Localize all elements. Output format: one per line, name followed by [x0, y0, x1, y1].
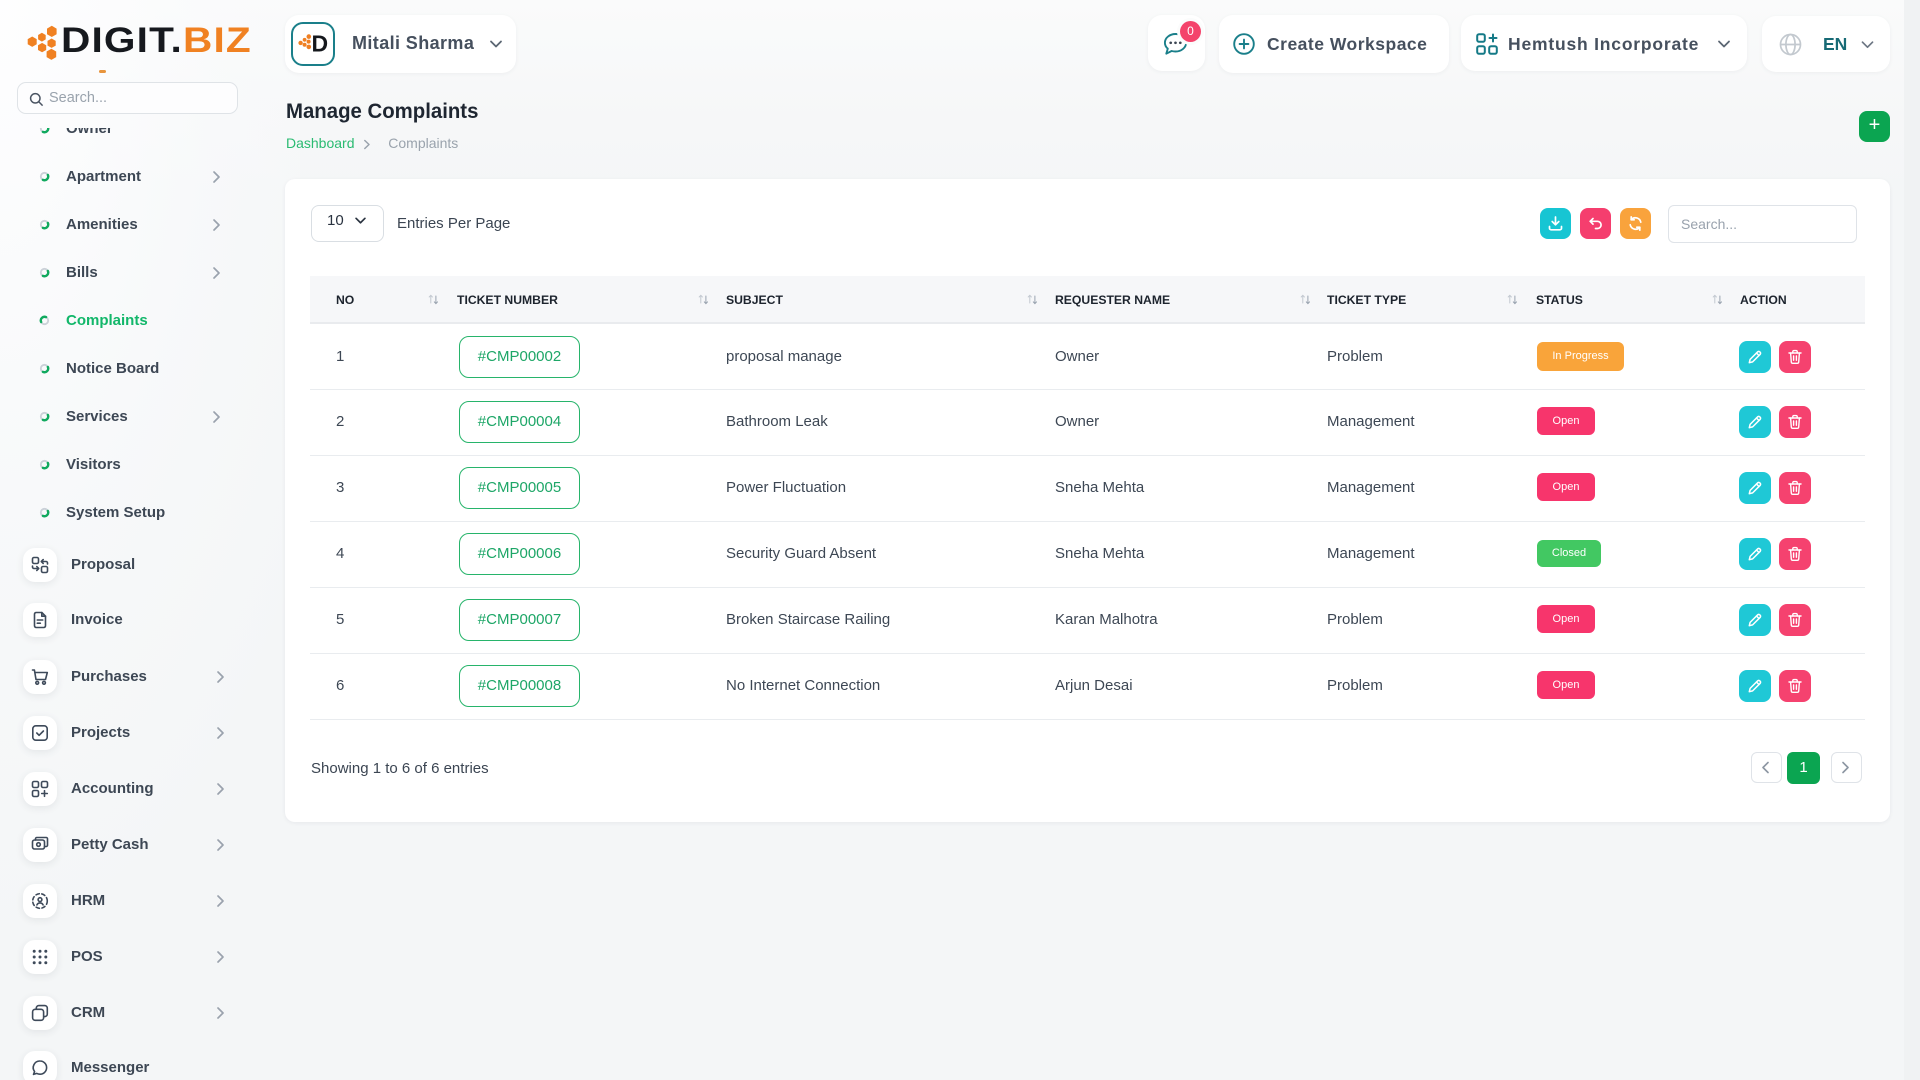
- svg-text:D: D: [312, 31, 329, 57]
